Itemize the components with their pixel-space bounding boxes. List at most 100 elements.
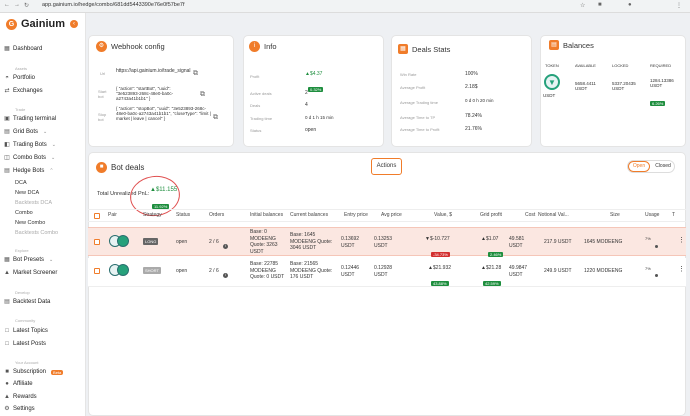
row-grid-pct-text: 2.46%	[488, 252, 504, 257]
row-cost: 49.581 USDT	[509, 236, 525, 249]
sidebar-sub-new-combo[interactable]: New Combo	[15, 220, 45, 226]
forward-icon[interactable]: →	[14, 2, 20, 8]
col-cost[interactable]: Cost	[525, 212, 535, 218]
orders-info-icon[interactable]: i	[223, 267, 228, 285]
col-entry-price[interactable]: Entry price	[344, 212, 368, 218]
status-value: open	[305, 127, 317, 133]
bookmark-icon[interactable]: ☆	[580, 2, 585, 9]
sidebar-item-bot-presets[interactable]: ▦ Bot Presets ⌄	[4, 257, 53, 263]
sidebar-item-market-screener[interactable]: ▲ Market Screener	[4, 270, 57, 276]
copy-icon[interactable]: ⧉	[200, 91, 205, 99]
avg-profit-value: 2.18$	[465, 84, 478, 90]
col-notional[interactable]: Notional Val...	[538, 212, 569, 218]
col-orders[interactable]: Orders	[209, 212, 224, 218]
col-current-balances[interactable]: Current balances	[290, 212, 328, 218]
select-all-checkbox[interactable]	[94, 213, 100, 219]
copy-icon[interactable]: ⧉	[193, 70, 198, 78]
sidebar-item-portfolio[interactable]: ◓ Portfolio	[4, 75, 35, 81]
sidebar-item-settings[interactable]: ⚙ Settings	[4, 406, 35, 412]
chevron-down-icon: ⌄	[51, 142, 56, 148]
url-bar[interactable]: app.gainium.io/hedge/combo/681dd5443390e…	[42, 2, 185, 8]
col-usage[interactable]: Usage	[645, 212, 659, 218]
sidebar-item-trading-bots[interactable]: ◧ Trading Bots ⌄	[4, 142, 56, 148]
sidebar-item-hedge-bots[interactable]: ▤ Hedge Bots ⌃	[4, 168, 53, 174]
sidebar-item-exchanges[interactable]: ⇄ Exchanges	[4, 88, 43, 94]
row-checkbox[interactable]	[94, 268, 100, 274]
sidebar-item-grid-bots[interactable]: ▤ Grid Bots ⌄	[4, 129, 47, 135]
row-orders: 2 / 6	[209, 239, 219, 245]
profile-icon[interactable]: ●	[628, 2, 632, 8]
sidebar-sub-new-dca[interactable]: New DCA	[15, 190, 39, 196]
sidebar-item-label: Settings	[13, 406, 35, 412]
sidebar-item-trading-terminal[interactable]: ▣ Trading terminal	[4, 116, 56, 122]
sidebar-sub-backtests-combo[interactable]: Backtests Combo	[15, 230, 58, 236]
copy-icon[interactable]: ⧉	[213, 114, 218, 122]
bot-deals-title: ■ Bot deals	[96, 162, 144, 173]
row-size: 1645 MODEENG	[584, 239, 623, 245]
col-t[interactable]: T	[672, 212, 675, 218]
col-status[interactable]: Status	[176, 212, 190, 218]
profit-label: Profit	[250, 74, 260, 79]
col-grid-profit[interactable]: Grid profit	[480, 212, 502, 218]
tab-open[interactable]: Open	[628, 161, 650, 172]
section-explore: Explore	[15, 248, 29, 253]
sidebar-item-label: Subscription	[13, 369, 47, 375]
row-notional: 217.9 USDT	[544, 239, 572, 245]
sidebar-item-latest-topics[interactable]: □ Latest Topics	[4, 328, 48, 334]
col-locked: LOCKED	[612, 63, 629, 68]
col-size[interactable]: Size	[610, 212, 620, 218]
reload-icon[interactable]: ↻	[24, 2, 29, 9]
info-title: i Info	[249, 41, 277, 52]
sidebar-item-affiliate[interactable]: ● Affiliate	[4, 381, 32, 387]
trading-time-label: Trading time	[250, 116, 273, 121]
col-avg-price[interactable]: Avg price	[381, 212, 402, 218]
extension-icon[interactable]: ■	[598, 2, 602, 8]
sidebar-item-subscription[interactable]: ■ Subscription Beta	[4, 369, 64, 375]
orders-info-icon[interactable]: i	[223, 238, 228, 256]
sidebar-item-latest-posts[interactable]: □ Latest Posts	[4, 341, 46, 347]
deals-icon: ■	[96, 162, 107, 173]
menu-icon[interactable]: ⋮	[676, 2, 682, 9]
pair-quote-icon	[117, 235, 129, 247]
sidebar-item-combo-bots[interactable]: ◫ Combo Bots ⌄	[4, 155, 55, 161]
sidebar-item-label: Latest Topics	[13, 328, 48, 334]
strategy-badge: LONG	[143, 238, 159, 245]
row-menu-icon[interactable]: ⋮	[678, 237, 685, 245]
combo-bots-icon: ◫	[4, 155, 10, 161]
screener-icon: ▲	[4, 270, 10, 276]
sidebar-sub-dca[interactable]: DCA	[15, 180, 27, 186]
beta-badge: Beta	[51, 369, 64, 375]
sidebar-item-backtest-data[interactable]: ▤ Backtest Data	[4, 299, 50, 305]
sidebar-item-label: Exchanges	[13, 88, 43, 94]
exchange-icon: ⇄	[4, 88, 10, 94]
winrate-value: 100%	[465, 71, 478, 77]
row-checkbox[interactable]	[94, 239, 100, 245]
grid-icon: ▦	[4, 46, 10, 52]
status-label: Status	[250, 128, 262, 133]
app-logo[interactable]: G Gainium	[6, 18, 65, 30]
chevron-down-icon: ⌄	[51, 155, 56, 161]
avg-tp-label: Average Time to TP	[400, 115, 436, 120]
webhook-icon: ⚙	[96, 41, 107, 52]
sidebar-item-dashboard[interactable]: ▦ Dashboard	[4, 46, 42, 52]
col-pair[interactable]: Pair	[108, 212, 117, 218]
active-deals-label: Active deals	[250, 91, 272, 96]
presets-icon: ▦	[4, 257, 10, 263]
back-icon[interactable]: ←	[4, 2, 10, 8]
tab-closed[interactable]: Closed	[652, 161, 674, 172]
row-value-pct-text: 43.88%	[431, 281, 449, 286]
sidebar-item-label: Portfolio	[13, 75, 36, 81]
sidebar-sub-backtests-dca[interactable]: Backtests DCA	[15, 200, 52, 206]
sidebar-item-label: Grid Bots	[13, 129, 39, 135]
row-menu-icon[interactable]: ⋮	[678, 266, 685, 274]
sidebar-item-rewards[interactable]: ▲ Rewards	[4, 394, 37, 400]
col-strategy[interactable]: Strategy	[143, 212, 162, 218]
col-initial-balances[interactable]: Initial balances	[250, 212, 283, 218]
col-value[interactable]: Value, $	[434, 212, 452, 218]
actions-button[interactable]: Actions	[371, 158, 402, 175]
sidebar-item-label: Backtest Data	[13, 299, 51, 305]
collapse-sidebar-icon[interactable]: ‹	[70, 20, 78, 28]
avg-trading-label: Average Trading time	[400, 100, 438, 105]
sidebar-sub-combo[interactable]: Combo	[15, 210, 33, 216]
row-current-balances: Base: 21565 MODEENG Quote: 176 USDT	[290, 261, 333, 280]
